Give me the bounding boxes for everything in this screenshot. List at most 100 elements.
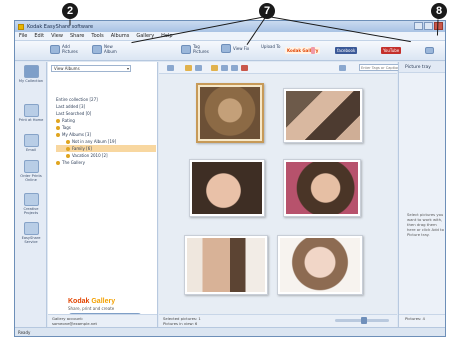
sidebar-item-easyshare-service[interactable]: EasyShare Service [17, 222, 45, 244]
email-icon [23, 134, 39, 147]
photo-family-image [286, 91, 360, 140]
photo-thumbnail[interactable] [189, 159, 265, 217]
album-icon [66, 140, 70, 144]
new-album-icon [92, 44, 102, 54]
gallery-account-footer: Gallery account: someone@example.net [48, 314, 157, 328]
kodak-gallery-logo: Kodak Gallery [68, 298, 116, 305]
star-icon [56, 119, 60, 123]
picture-tray: Picture tray Select pictures you want to… [398, 62, 445, 328]
photo-kiss-image [187, 238, 265, 292]
menu-tools[interactable]: Tools [91, 33, 103, 39]
zoom-slider[interactable] [335, 317, 389, 324]
close-button[interactable] [434, 22, 443, 30]
gallery-account-email[interactable]: someone@example.net [52, 321, 153, 326]
tree-item-family[interactable]: Family [6] [56, 145, 156, 152]
rotate-right-icon[interactable] [231, 65, 238, 71]
sidebar-item-email[interactable]: Email [17, 134, 45, 152]
photo-grid [159, 75, 397, 301]
photo-baby-image [280, 238, 360, 292]
view-mode-icon[interactable] [167, 65, 174, 71]
tree-item-the-gallery[interactable]: The Gallery [56, 159, 156, 166]
minimize-button[interactable] [414, 22, 423, 30]
menu-share[interactable]: Share [70, 33, 84, 39]
slideshow-icon[interactable] [211, 65, 218, 71]
filter-icon[interactable] [195, 65, 202, 71]
tag-filter-icon[interactable] [339, 65, 346, 71]
album-icon [66, 147, 70, 151]
tree-item-rating[interactable]: Rating [56, 117, 156, 124]
share-youtube-button[interactable]: YouTube [381, 47, 402, 54]
photo-thumbnail[interactable] [283, 159, 361, 217]
tree-item-entire-collection[interactable]: Entire collection [27] [56, 96, 156, 103]
window-title: Kodak EasyShare software [27, 23, 94, 30]
callout-2-leader [69, 19, 71, 26]
sidebar-item-my-collection[interactable]: My Collection [17, 65, 45, 83]
picture-tray-message: Select pictures you want to work with, t… [407, 212, 444, 237]
menu-view[interactable]: View [51, 33, 63, 39]
sidebar-item-creative-projects[interactable]: Creative Projects [17, 193, 45, 215]
menu-file[interactable]: File [19, 33, 27, 39]
menu-albums[interactable]: Albums [111, 33, 130, 39]
gallery-tagline: Share, print and create [68, 306, 115, 311]
photo-girl-image [200, 87, 260, 139]
photo-thumbnail[interactable] [184, 235, 268, 295]
tree-item-vacation[interactable]: Vacation 2010 [2] [56, 152, 156, 159]
browser-status: Selected pictures: 1 Pictures in view: 6 [159, 314, 397, 328]
easyshare-service-icon [23, 222, 39, 235]
view-fix-icon [221, 44, 231, 53]
menu-edit[interactable]: Edit [34, 33, 44, 39]
picture-tray-title: Picture tray [399, 62, 445, 73]
printer-icon [23, 104, 39, 117]
photo-child-heart-image [192, 162, 262, 214]
sidebar-item-print-at-home[interactable]: Print at Home [17, 104, 45, 122]
new-album-button[interactable]: New Album [92, 44, 124, 54]
album-tree: Entire collection [27] Last added [3] La… [56, 96, 156, 166]
app-window: Kodak EasyShare software File Edit View … [14, 20, 446, 337]
view-fix-button[interactable]: View Fix [221, 44, 253, 53]
album-navigation-pane: View Albums ▾ Entire collection [27] Las… [48, 62, 158, 328]
picture-browser: Selected pictures: 1 Pictures in view: 6 [159, 62, 397, 328]
photo-thumbnail[interactable] [277, 235, 363, 295]
view-select[interactable]: View Albums ▾ [51, 65, 131, 72]
chevron-down-icon: ▾ [126, 66, 129, 71]
album-icon [66, 154, 70, 158]
main-toolbar: Add Pictures New Album Tag Pictures View… [15, 41, 445, 61]
gallery-icon [56, 161, 60, 165]
picture-tray-footer: Pictures: 4 [399, 314, 445, 328]
task-sidebar: My Collection Print at Home Email Order … [15, 62, 47, 328]
pane-toggle-button[interactable] [425, 47, 434, 54]
share-facebook-button[interactable]: facebook [335, 47, 358, 54]
photo-thumbnail[interactable] [283, 88, 363, 143]
tree-item-tags[interactable]: Tags [56, 124, 156, 131]
tag-icon [56, 126, 60, 130]
upload-to-button[interactable]: Upload To [261, 44, 281, 49]
collection-icon [23, 65, 39, 78]
creative-projects-icon [23, 193, 39, 206]
rotate-left-icon[interactable] [221, 65, 228, 71]
share-extra-button[interactable] [311, 47, 315, 54]
pane-toggle-icon [425, 47, 434, 54]
add-pictures-icon [50, 44, 60, 54]
tree-item-not-in-album[interactable]: Not in any Album [19] [56, 138, 156, 145]
tag-pictures-button[interactable]: Tag Pictures [181, 44, 213, 54]
sort-icon[interactable] [185, 65, 192, 71]
share-kodak-gallery-button[interactable]: Kodak Gallery [285, 47, 321, 54]
zoom-slider-thumb[interactable] [361, 317, 367, 324]
picture-tray-count-label: Pictures: [405, 316, 422, 321]
callout-7: 7 [259, 3, 275, 19]
tree-item-last-added[interactable]: Last added [3] [56, 103, 156, 110]
add-pictures-button[interactable]: Add Pictures [50, 44, 82, 54]
tag-icon [181, 44, 191, 54]
callout-2: 2 [62, 3, 78, 19]
sidebar-item-order-prints[interactable]: Order Prints Online [17, 160, 45, 182]
photo-thumbnail[interactable] [196, 83, 264, 143]
callout-8: 8 [431, 3, 447, 19]
order-prints-icon [23, 160, 39, 173]
tree-item-my-albums[interactable]: My Albums [3] [56, 131, 156, 138]
delete-icon[interactable] [241, 65, 248, 71]
maximize-button[interactable] [424, 22, 433, 30]
status-bar: Ready [15, 327, 445, 336]
app-icon [18, 23, 24, 30]
picture-tray-count: 4 [422, 316, 425, 321]
tree-item-last-searched[interactable]: Last Searched [0] [56, 110, 156, 117]
